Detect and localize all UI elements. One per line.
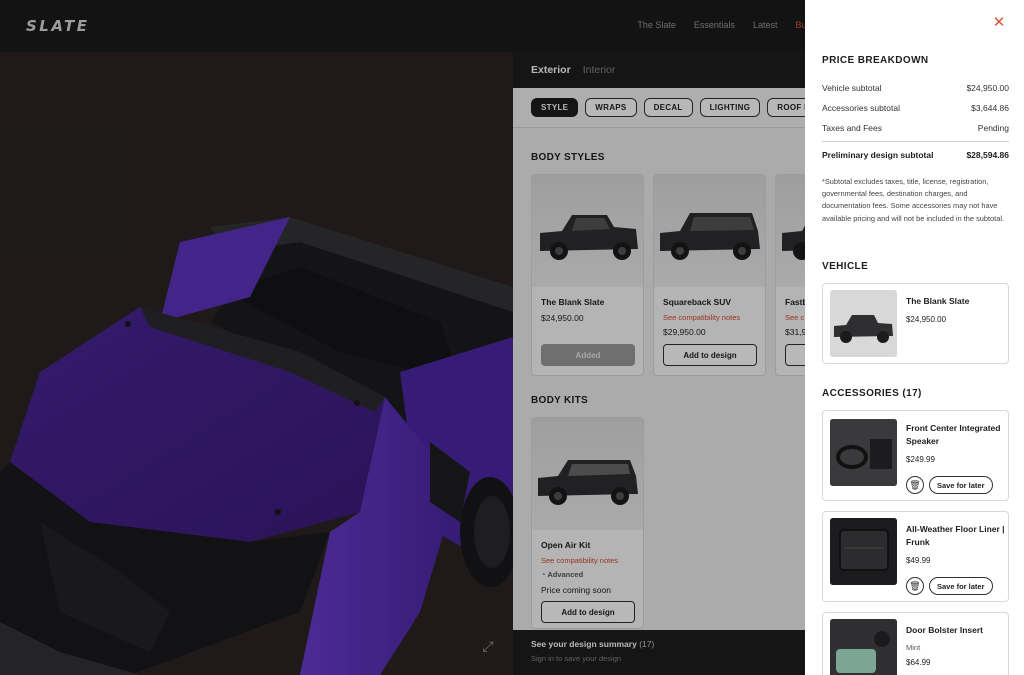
chip-lighting[interactable]: LIGHTING bbox=[699, 98, 761, 117]
accessory-thumbnail bbox=[830, 619, 897, 675]
truck-image bbox=[776, 175, 805, 287]
vehicle-price: $24,950.00 bbox=[906, 315, 947, 324]
compatibility-notes-link[interactable]: See c bbox=[785, 313, 804, 322]
card-name: Open Air Kit bbox=[541, 540, 591, 550]
category-chips: STYLE WRAPS DECAL LIGHTING ROOF RACKS bbox=[513, 88, 805, 128]
accessory-item: Front Center Integrated Speaker $249.99 … bbox=[822, 410, 1009, 501]
accessory-item: All-Weather Floor Liner | Frunk $49.99 🗑… bbox=[822, 511, 1009, 602]
sign-in-link[interactable]: Sign in to save your design bbox=[531, 654, 787, 663]
subtotal-disclaimer: *Subtotal excludes taxes, title, license… bbox=[822, 177, 1005, 223]
chip-style[interactable]: STYLE bbox=[531, 98, 579, 117]
configurator-panel: Exterior Interior STYLE WRAPS DECAL LIGH… bbox=[513, 52, 805, 675]
trash-icon[interactable]: 🗑 bbox=[906, 577, 924, 595]
price-breakdown-title: PRICE BREAKDOWN bbox=[822, 55, 929, 66]
compatibility-notes-link[interactable]: See compatibility notes bbox=[541, 556, 618, 565]
save-for-later-button[interactable]: Save for later bbox=[929, 577, 993, 595]
truck-image bbox=[532, 418, 643, 530]
summary-title: See your design summary (17) bbox=[531, 639, 655, 649]
vehicle-name: The Blank Slate bbox=[906, 296, 970, 306]
trash-icon[interactable]: 🗑 bbox=[906, 476, 924, 494]
summary-count: (17) bbox=[639, 639, 655, 649]
slate-logo[interactable]: SLATE bbox=[26, 17, 90, 35]
add-to-design-button[interactable]: Add to design bbox=[663, 344, 757, 366]
expand-icon[interactable]: ⤢ bbox=[480, 638, 496, 654]
accessory-price: $249.99 bbox=[906, 455, 935, 464]
accessory-name: Front Center Integrated Speaker bbox=[906, 423, 1001, 446]
truck-viewer[interactable]: ⤢ bbox=[0, 52, 513, 675]
truck-render bbox=[0, 52, 513, 675]
added-button[interactable]: Added bbox=[541, 344, 635, 366]
advanced-badge: ◔ Advanced bbox=[541, 570, 583, 579]
body-style-card-blank-slate[interactable]: The Blank Slate $24,950.00 Added bbox=[531, 174, 644, 376]
accessories-title: ACCESSORIES (17) bbox=[822, 388, 922, 399]
accessory-item: Door Bolster Insert Mint $64.99 bbox=[822, 612, 1009, 675]
accessory-name: All-Weather Floor Liner | Frunk bbox=[906, 524, 1005, 547]
body-style-card-fastback[interactable]: Fastb See c $31,9 bbox=[775, 174, 805, 376]
nav-link-essentials[interactable]: Essentials bbox=[694, 20, 735, 30]
accessory-price: $49.99 bbox=[906, 556, 931, 565]
advanced-label: Advanced bbox=[547, 570, 584, 579]
truck-image bbox=[532, 175, 643, 287]
accessory-name: Door Bolster Insert bbox=[906, 625, 983, 635]
card-price: $24,950.00 bbox=[541, 313, 584, 323]
close-icon[interactable]: ✕ bbox=[992, 15, 1006, 30]
vehicle-title: VEHICLE bbox=[822, 261, 869, 272]
row-preliminary-total: Preliminary design subtotal $28,594.86 bbox=[822, 150, 1009, 160]
nav-links: The Slate Essentials Latest Build & bbox=[637, 20, 824, 30]
card-name: Fastb bbox=[785, 297, 805, 307]
price-breakdown-drawer: PRICE BREAKDOWN Vehicle subtotal $24,950.… bbox=[805, 0, 1024, 675]
card-name: The Blank Slate bbox=[541, 297, 605, 307]
tab-exterior[interactable]: Exterior bbox=[531, 64, 571, 76]
accessory-thumbnail bbox=[830, 419, 897, 486]
accessory-variant: Mint bbox=[906, 643, 921, 652]
row-accessories-subtotal: Accessories subtotal $3,644.86 bbox=[822, 103, 1009, 113]
view-tabs: Exterior Interior bbox=[513, 52, 805, 88]
row-vehicle-subtotal: Vehicle subtotal $24,950.00 bbox=[822, 83, 1009, 93]
add-to-design-button[interactable]: Add to design bbox=[541, 601, 635, 623]
compatibility-notes-link[interactable]: See compatibility notes bbox=[663, 313, 740, 322]
accessory-price: $64.99 bbox=[906, 658, 931, 667]
row-taxes-fees: Taxes and Fees Pending bbox=[822, 123, 1009, 133]
save-for-later-button[interactable]: Save for later bbox=[929, 476, 993, 494]
card-price: $31,9 bbox=[785, 327, 805, 337]
divider bbox=[822, 141, 1009, 142]
card-price: Price coming soon bbox=[541, 585, 611, 595]
vehicle-thumbnail bbox=[830, 290, 897, 357]
body-kit-card-open-air[interactable]: Open Air Kit See compatibility notes ◔ A… bbox=[531, 417, 644, 629]
chip-roof-racks[interactable]: ROOF RACKS bbox=[767, 98, 805, 117]
chip-wraps[interactable]: WRAPS bbox=[585, 98, 637, 117]
design-summary-bar[interactable]: See your design summary (17) Sign in to … bbox=[513, 630, 805, 675]
body-kits-title: BODY KITS bbox=[531, 395, 588, 406]
chip-decal[interactable]: DECAL bbox=[643, 98, 693, 117]
vehicle-item: The Blank Slate $24,950.00 bbox=[822, 283, 1009, 364]
truck-image bbox=[654, 175, 765, 287]
nav-link-the-slate[interactable]: The Slate bbox=[637, 20, 676, 30]
body-style-card-squareback[interactable]: Squareback SUV See compatibility notes $… bbox=[653, 174, 766, 376]
accessory-thumbnail bbox=[830, 518, 897, 585]
nav-link-latest[interactable]: Latest bbox=[753, 20, 778, 30]
tab-interior[interactable]: Interior bbox=[583, 64, 616, 76]
card-name: Squareback SUV bbox=[663, 297, 732, 307]
card-price: $29,950.00 bbox=[663, 327, 706, 337]
add-to-design-button[interactable] bbox=[785, 344, 805, 366]
body-styles-title: BODY STYLES bbox=[531, 152, 605, 163]
